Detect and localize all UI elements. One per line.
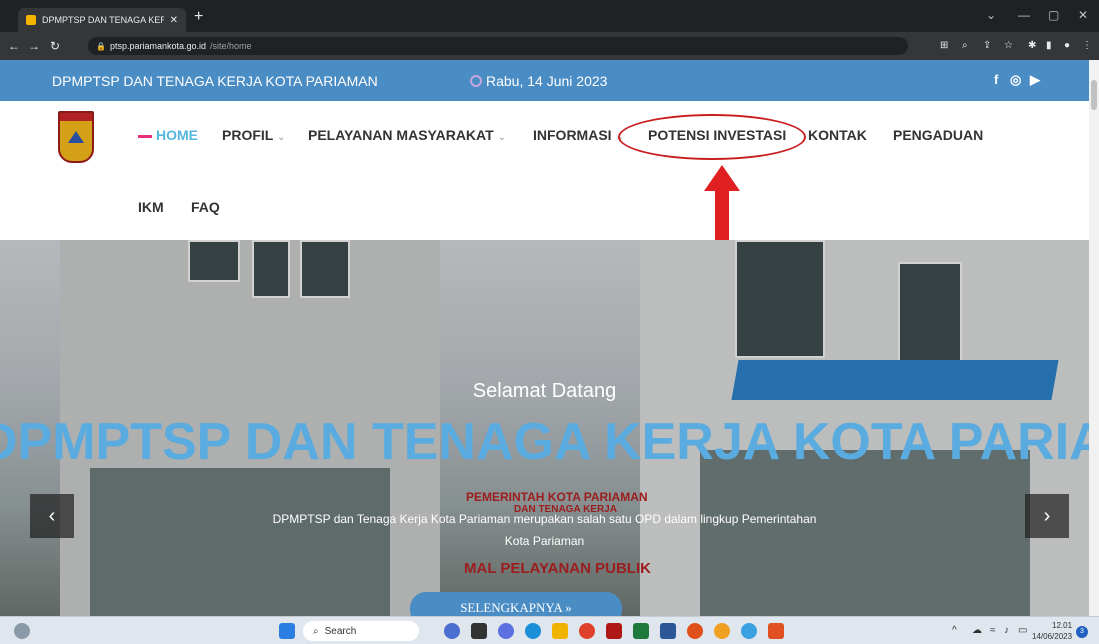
chrome-icon[interactable] [714, 623, 730, 639]
pdf-icon[interactable] [606, 623, 622, 639]
chevron-right-icon: › [1043, 504, 1051, 527]
site-topbar: DPMPTSP DAN TENAGA KERJA KOTA PARIAMAN R… [0, 60, 1089, 101]
tray-chevron-icon[interactable]: ^ [952, 625, 957, 636]
logo-band [60, 113, 92, 121]
nav-pengaduan[interactable]: PENGADUAN [893, 127, 983, 143]
share-icon[interactable]: ⇪ [983, 40, 991, 51]
tab-search-icon[interactable]: ⌄ [986, 8, 996, 22]
facebook-icon[interactable]: f [994, 72, 998, 87]
nav-pelayanan[interactable]: PELAYANAN MASYARAKAT ⌄ [308, 127, 506, 143]
nav-profil-label: PROFIL [222, 127, 274, 143]
page-scrollbar[interactable] [1089, 60, 1099, 616]
app-icon[interactable] [687, 623, 703, 639]
taskbar-clock[interactable]: 12.01 14/06/2023 [1032, 620, 1072, 642]
browser-tabstrip: DPMPTSP DAN TENAGA KERJA K ✕ + ⌄ — ▢ ✕ [0, 0, 1099, 32]
favicon-icon [26, 15, 36, 25]
start-icon[interactable] [279, 623, 295, 639]
close-window-button[interactable]: ✕ [1078, 8, 1088, 22]
restore-button[interactable]: ▢ [1048, 8, 1059, 22]
hero-description-text: DPMPTSP dan Tenaga Kerja Kota Pariaman m… [272, 512, 817, 548]
app-icon[interactable] [768, 623, 784, 639]
chevron-down-icon: ⌄ [497, 132, 506, 143]
sidepanel-icon[interactable]: ▮ [1046, 40, 1052, 51]
menu-kebab-icon[interactable]: ⋮ [1082, 40, 1092, 51]
nav-pelayanan-label: PELAYANAN MASYARAKAT [308, 127, 494, 143]
hero-headline: DPMPTSP DAN TENAGA KERJA KOTA PARIAMAN [0, 413, 1089, 471]
read-more-button[interactable]: SELENGKAPNYA » [410, 592, 622, 616]
youtube-icon[interactable]: ▶ [1030, 72, 1040, 88]
extensions-icon[interactable]: ✱ [1028, 40, 1036, 51]
new-tab-button[interactable]: + [194, 8, 203, 26]
brave-icon[interactable] [579, 623, 595, 639]
notification-badge[interactable]: 3 [1076, 626, 1088, 638]
close-tab-icon[interactable]: ✕ [170, 15, 178, 26]
lock-icon[interactable]: 🔒 [96, 42, 106, 51]
clock-icon [470, 75, 482, 87]
edge-icon[interactable] [525, 623, 541, 639]
cloud-icon[interactable]: ☁ [972, 625, 982, 636]
url-path: /site/home [210, 41, 252, 51]
nav-faq[interactable]: FAQ [191, 199, 220, 215]
search-icon: ⌕ [313, 625, 319, 637]
browser-tab[interactable]: DPMPTSP DAN TENAGA KERJA K ✕ [18, 8, 186, 32]
nav-home[interactable]: HOME [138, 127, 198, 143]
active-indicator [138, 134, 152, 138]
nav-profil[interactable]: PROFIL ⌄ [222, 127, 285, 143]
nav-informasi-label: INFORMASI [533, 127, 612, 143]
site-title: DPMPTSP DAN TENAGA KERJA KOTA PARIAMAN [52, 73, 378, 89]
logo-roof [68, 131, 84, 143]
carousel-prev-button[interactable]: ‹ [30, 494, 74, 538]
reload-icon[interactable]: ↻ [50, 39, 60, 53]
date-text: Rabu, 14 Juni 2023 [486, 73, 608, 89]
scrollbar-thumb[interactable] [1091, 80, 1097, 110]
main-nav: HOME PROFIL ⌄ PELAYANAN MASYARAKAT ⌄ INF… [0, 101, 1089, 240]
back-icon[interactable]: ← [8, 39, 20, 53]
current-date: Rabu, 14 Juni 2023 [470, 73, 607, 89]
taskbar-search[interactable]: ⌕ Search [303, 621, 419, 641]
instagram-icon[interactable]: ◎ [1010, 72, 1021, 88]
url-host: ptsp.pariamankota.go.id [109, 41, 207, 51]
volume-icon[interactable]: ♪ [1004, 625, 1009, 636]
zoom-icon[interactable]: ⌕ [962, 40, 968, 51]
nav-ikm[interactable]: IKM [138, 199, 164, 215]
nav-informasi[interactable]: INFORMASI ⌄ [533, 127, 624, 143]
battery-icon[interactable]: ▭ [1018, 625, 1027, 636]
carousel-next-button[interactable]: › [1025, 494, 1069, 538]
tab-title: DPMPTSP DAN TENAGA KERJA K [42, 15, 164, 25]
chevron-down-icon: ⌄ [276, 132, 286, 143]
bookmark-star-icon[interactable]: ☆ [1004, 40, 1013, 51]
chevron-left-icon: ‹ [48, 504, 56, 527]
os-taskbar: ⌕ Search ^ ☁ ≈ ♪ ▭ 12.01 14/06/2023 3 [0, 616, 1099, 644]
clock-time: 12.01 [1052, 621, 1073, 630]
url-field[interactable]: 🔒 ptsp.pariamankota.go.id/site/home [88, 37, 908, 55]
wifi-icon[interactable]: ≈ [990, 625, 996, 636]
task-view-icon[interactable] [471, 623, 487, 639]
forward-icon[interactable]: → [28, 39, 40, 53]
hero-description: DPMPTSP dan Tenaga Kerja Kota Pariaman m… [0, 508, 1089, 552]
app-icon[interactable] [444, 623, 460, 639]
clock-date: 14/06/2023 [1032, 632, 1073, 641]
widgets-icon[interactable] [14, 623, 30, 639]
app-icon[interactable] [741, 623, 757, 639]
search-label: Search [324, 625, 357, 637]
hero-welcome: Selamat Datang [472, 380, 617, 402]
minimize-button[interactable]: — [1018, 8, 1030, 22]
file-explorer-icon[interactable] [552, 623, 568, 639]
nav-home-label: HOME [156, 127, 198, 143]
hero-carousel: PEMERINTAH KOTA PARIAMAN DAN TENAGA KERJ… [0, 240, 1089, 616]
highlight-ellipse [618, 114, 806, 160]
translate-icon[interactable]: ⊞ [940, 40, 948, 51]
red-arrow-icon [704, 165, 740, 240]
address-bar-row: ← → ↻ 🔒 ptsp.pariamankota.go.id/site/hom… [0, 32, 1099, 60]
word-icon[interactable] [660, 623, 676, 639]
teams-icon[interactable] [498, 623, 514, 639]
excel-icon[interactable] [633, 623, 649, 639]
nav-kontak[interactable]: KONTAK [808, 127, 867, 143]
city-logo[interactable] [58, 111, 94, 163]
profile-icon[interactable]: ● [1064, 40, 1070, 51]
